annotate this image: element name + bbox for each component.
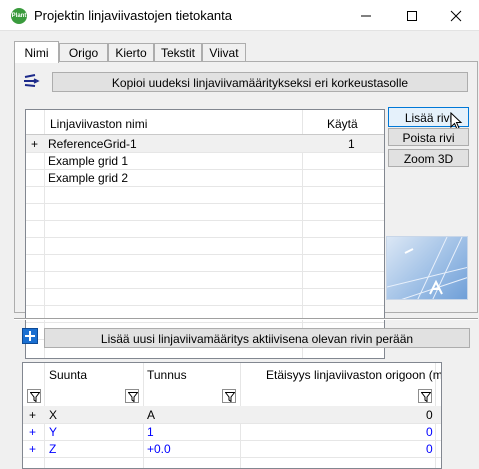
minimize-button[interactable] bbox=[343, 0, 389, 31]
maximize-icon bbox=[407, 11, 417, 21]
tab-nimi[interactable]: Nimi bbox=[14, 41, 59, 63]
filter-icon bbox=[421, 392, 431, 402]
id-cell: A bbox=[147, 408, 156, 422]
axes-grid: Suunta Tunnus Etäisyys linjaviivaston or… bbox=[22, 362, 442, 469]
filter-distance-left-button[interactable] bbox=[222, 389, 236, 403]
table-row[interactable]: Example grid 2 bbox=[26, 169, 384, 186]
grid-divider bbox=[23, 457, 441, 458]
grid-divider bbox=[26, 322, 384, 323]
table-row[interactable]: + Z +0.0 0 bbox=[23, 440, 441, 457]
column-header-name[interactable]: Linjaviivaston nimi bbox=[50, 117, 147, 131]
copy-levels-icon bbox=[24, 74, 40, 87]
id-cell: 1 bbox=[147, 425, 154, 439]
grid-divider bbox=[26, 254, 384, 255]
grid-divider bbox=[26, 203, 384, 204]
grid-divider bbox=[26, 288, 384, 289]
grid-divider bbox=[26, 169, 384, 170]
grid-name-cell: ReferenceGrid-1 bbox=[48, 137, 137, 151]
direction-cell: X bbox=[49, 408, 58, 422]
filter-icon bbox=[128, 392, 138, 402]
row-marker: + bbox=[31, 137, 39, 151]
tab-tekstit[interactable]: Tekstit bbox=[154, 43, 202, 62]
grid-divider bbox=[26, 305, 384, 306]
direction-cell: Z bbox=[49, 442, 57, 456]
column-header-direction[interactable]: Suunta bbox=[49, 368, 87, 382]
grid-list: Linjaviivaston nimi Käytä + ReferenceGri… bbox=[25, 109, 385, 359]
column-header-distance[interactable]: Etäisyys linjaviivaston origoon (mm) bbox=[266, 368, 441, 382]
grid-divider bbox=[26, 237, 384, 238]
section-divider bbox=[14, 318, 478, 320]
grid-use-cell: 1 bbox=[348, 137, 355, 151]
grid-divider bbox=[26, 220, 384, 221]
app-icon: Plant bbox=[11, 8, 27, 24]
distance-cell: 0 bbox=[426, 442, 433, 456]
copy-to-level-button[interactable]: Kopioi uudeksi linjaviivamääritykseksi e… bbox=[52, 72, 468, 92]
grid-name-cell: Example grid 2 bbox=[48, 171, 129, 185]
remove-row-button[interactable]: Poista rivi bbox=[388, 128, 469, 146]
grid-divider bbox=[23, 440, 441, 441]
filter-icon bbox=[225, 392, 235, 402]
id-cell: +0.0 bbox=[147, 442, 171, 456]
grid-3d-preview-icon bbox=[387, 237, 467, 299]
window-title: Projektin linjaviivastojen tietokanta bbox=[34, 8, 232, 23]
grid-divider bbox=[26, 186, 384, 187]
tab-kierto[interactable]: Kierto bbox=[108, 43, 154, 62]
table-row[interactable]: + X A 0 bbox=[23, 406, 441, 423]
add-definition-button[interactable]: Lisää uusi linjaviivamääritys aktiivisen… bbox=[44, 328, 470, 348]
grid-divider bbox=[23, 423, 441, 424]
row-marker: + bbox=[29, 408, 37, 422]
close-icon bbox=[450, 10, 462, 22]
zoom-3d-button[interactable]: Zoom 3D bbox=[388, 149, 469, 167]
table-row[interactable]: Example grid 1 bbox=[26, 152, 384, 169]
grid-divider bbox=[26, 152, 384, 153]
title-bar: Plant Projektin linjaviivastojen tietoka… bbox=[0, 0, 479, 31]
row-marker: + bbox=[29, 442, 37, 456]
filter-icon bbox=[30, 392, 40, 402]
filter-distance-right-button[interactable] bbox=[418, 389, 432, 403]
column-header-use[interactable]: Käytä bbox=[327, 117, 358, 131]
row-marker: + bbox=[29, 425, 37, 439]
zoom-preview-image bbox=[386, 236, 468, 300]
tab-viivat[interactable]: Viivat bbox=[202, 43, 246, 62]
table-row[interactable]: + ReferenceGrid-1 1 bbox=[26, 135, 384, 152]
direction-cell: Y bbox=[49, 425, 58, 439]
minimize-icon bbox=[361, 15, 371, 17]
table-row[interactable]: + Y 1 0 bbox=[23, 423, 441, 440]
add-definition-icon[interactable] bbox=[22, 328, 38, 344]
grid-divider bbox=[26, 271, 384, 272]
close-button[interactable] bbox=[433, 0, 479, 31]
distance-cell: 0 bbox=[426, 408, 433, 422]
distance-cell: 0 bbox=[426, 425, 433, 439]
column-header-id[interactable]: Tunnus bbox=[147, 368, 187, 382]
maximize-button[interactable] bbox=[389, 0, 435, 31]
grid-name-cell: Example grid 1 bbox=[48, 154, 129, 168]
filter-id-button[interactable] bbox=[125, 389, 139, 403]
filter-direction-button[interactable] bbox=[27, 389, 41, 403]
tab-origo[interactable]: Origo bbox=[59, 43, 108, 62]
